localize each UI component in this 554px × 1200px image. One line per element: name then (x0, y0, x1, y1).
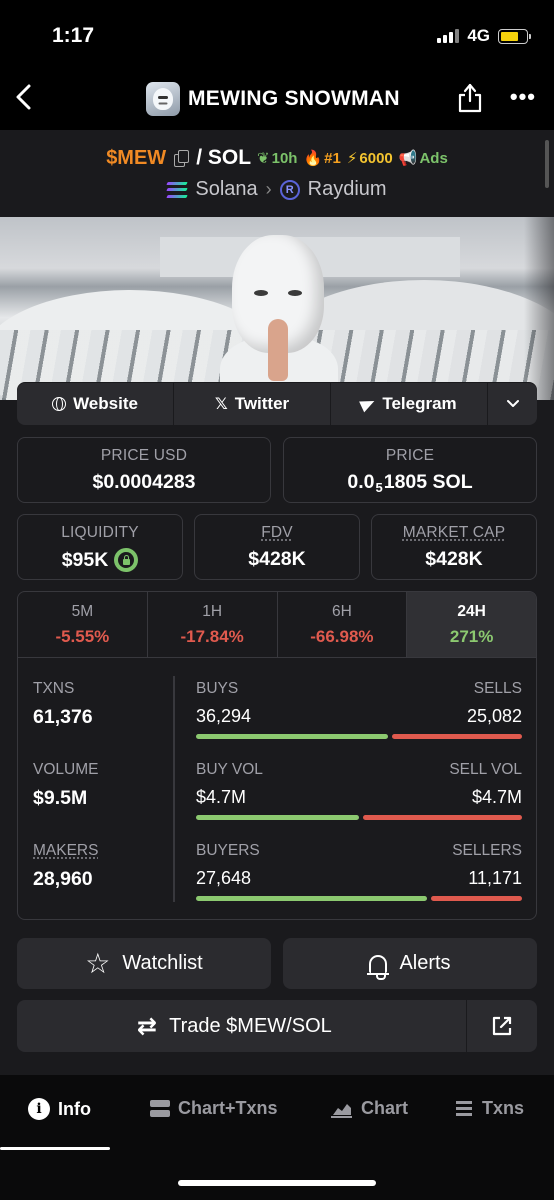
area-chart-icon (331, 1103, 352, 1118)
liquidity-card: LIQUIDITY $95K (17, 514, 183, 580)
tab-6h[interactable]: 6H -66.98% (278, 592, 408, 657)
telegram-link[interactable]: Telegram (331, 383, 488, 425)
pair-line: $MEW / SOL ❦ 10h 🔥 #1 ⚡ 6000 📢 Ads (0, 146, 554, 170)
lightning-icon: ⚡ (346, 150, 358, 167)
liquidity-value: $95K (61, 548, 109, 571)
market-cap-value: $428K (425, 548, 483, 570)
page-title: MEWING SNOWMAN (188, 87, 400, 110)
list-icon (456, 1101, 474, 1116)
tab-txns[interactable]: Txns (456, 1098, 524, 1119)
info-icon: i (28, 1098, 50, 1120)
token-title: MEWING SNOWMAN (146, 82, 400, 116)
quote-symbol: / SOL (196, 146, 252, 169)
twitter-link[interactable]: 𝕏 Twitter (174, 383, 331, 425)
token-banner-image (0, 217, 554, 400)
bell-icon (367, 954, 390, 980)
battery-icon (498, 28, 531, 44)
telegram-icon (359, 395, 378, 413)
more-links-dropdown[interactable] (488, 383, 537, 425)
price-sol-card: PRICE 0.0 5 1805 SOL (283, 437, 537, 503)
tab-chart-txns[interactable]: Chart+Txns (150, 1098, 278, 1119)
tab-info[interactable]: i Info (28, 1098, 91, 1120)
lock-icon[interactable] (114, 548, 139, 572)
trade-button[interactable]: ⇄ Trade $MEW/SOL (17, 1000, 537, 1052)
bottom-nav: i Info Chart+Txns Chart Txns (0, 1075, 554, 1200)
volume-bar (196, 815, 522, 820)
price-sol-value: 0.0 5 1805 SOL (347, 471, 473, 495)
market-cap-card[interactable]: MARKET CAP $428K (371, 514, 537, 580)
external-trade-button[interactable] (466, 1000, 537, 1052)
sprout-icon: ❦ (257, 150, 270, 167)
price-usd-value: $0.0004283 (92, 471, 196, 493)
base-symbol: $MEW (106, 146, 167, 169)
status-time: 1:17 (52, 24, 95, 47)
chart-txns-icon (150, 1099, 170, 1118)
buys-sells-bar (196, 734, 522, 739)
status-bar: 1:17 4G (0, 0, 554, 70)
makers-metric[interactable]: MAKERS 28,960 (33, 842, 98, 891)
boost-badge[interactable]: ⚡ 6000 (346, 149, 393, 168)
buyvol-sellvol: BUY VOL SELL VOL $4.7M $4.7M (196, 761, 522, 820)
megaphone-icon: 📢 (398, 150, 418, 167)
txns-metric: TXNS 61,376 (33, 680, 93, 728)
tab-5m[interactable]: 5M -5.55% (18, 592, 148, 657)
social-links: Website 𝕏 Twitter Telegram (17, 383, 537, 425)
share-icon[interactable] (456, 82, 484, 114)
star-icon: ☆ (85, 947, 111, 979)
tab-1h[interactable]: 1H -17.84% (148, 592, 278, 657)
network-type: 4G (467, 26, 490, 45)
raydium-icon: R (279, 179, 300, 200)
active-tab-indicator (0, 1147, 110, 1150)
dex-name[interactable]: Raydium (308, 178, 387, 201)
more-icon[interactable]: ••• (510, 86, 536, 108)
chain-line: Solana › R Raydium (0, 178, 554, 201)
solana-icon (166, 181, 189, 198)
watchlist-button[interactable]: ☆ Watchlist (17, 938, 271, 989)
copy-icon[interactable] (174, 150, 190, 167)
website-link[interactable]: Website (17, 383, 174, 425)
swap-icon: ⇄ (137, 1012, 158, 1040)
tab-chart[interactable]: Chart (331, 1098, 408, 1119)
price-usd-card: PRICE USD $0.0004283 (17, 437, 271, 503)
timeframe-tabs: 5M -5.55% 1H -17.84% 6H -66.98% 24H 271% (18, 592, 536, 658)
fdv-card[interactable]: FDV $428K (194, 514, 360, 580)
status-indicators: 4G (437, 26, 531, 46)
timeframe-stats: 5M -5.55% 1H -17.84% 6H -66.98% 24H 271%… (17, 591, 537, 920)
chain-name[interactable]: Solana (195, 178, 257, 201)
external-link-icon (492, 1016, 512, 1036)
signal-icon (437, 29, 460, 43)
age-badge: ❦ 10h (257, 149, 298, 168)
buyers-sellers: BUYERS SELLERS 27,648 11,171 (196, 842, 522, 901)
tab-24h[interactable]: 24H 271% (407, 592, 536, 657)
buys-sells: BUYS SELLS 36,294 25,082 (196, 680, 522, 739)
fdv-value: $428K (248, 548, 306, 570)
ads-badge[interactable]: 📢 Ads (398, 149, 448, 168)
chevron-left-icon[interactable] (10, 82, 40, 112)
volume-metric: VOLUME $9.5M (33, 761, 99, 809)
home-indicator (178, 1180, 376, 1186)
buyers-sellers-bar (196, 896, 522, 901)
x-icon: 𝕏 (214, 396, 228, 413)
chevron-down-icon (506, 400, 519, 407)
nav-header: MEWING SNOWMAN ••• (0, 70, 554, 130)
globe-icon (52, 397, 67, 411)
token-avatar (146, 82, 180, 116)
alerts-button[interactable]: Alerts (283, 938, 537, 989)
fire-icon: 🔥 (303, 150, 323, 167)
rank-badge: 🔥 #1 (303, 149, 341, 168)
chevron-right-icon: › (265, 179, 272, 199)
